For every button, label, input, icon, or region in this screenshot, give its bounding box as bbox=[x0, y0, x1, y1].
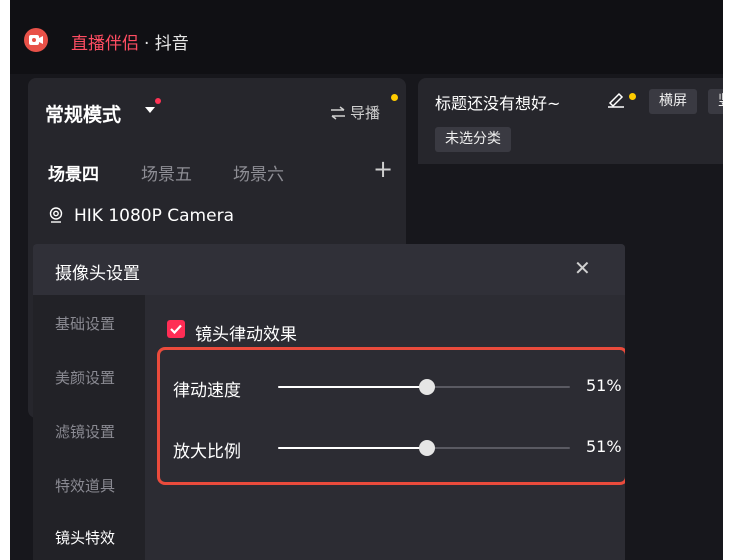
zoom-ratio-value: 51% bbox=[586, 437, 622, 456]
director-button[interactable]: 导播 bbox=[330, 102, 380, 123]
webcam-icon bbox=[49, 207, 63, 223]
dialog-header: 摄像头设置 ✕ bbox=[33, 244, 625, 295]
landscape-button[interactable]: 横屏 bbox=[649, 89, 697, 114]
nav-item-beauty[interactable]: 美颜设置 bbox=[55, 367, 115, 388]
dialog-title: 摄像头设置 bbox=[55, 264, 140, 284]
mode-dropdown-icon[interactable] bbox=[145, 107, 155, 113]
app-name: 直播伴侣 bbox=[71, 34, 139, 54]
tab-scene-5[interactable]: 场景五 bbox=[141, 160, 192, 185]
director-label: 导播 bbox=[350, 104, 381, 122]
tab-scene-6[interactable]: 场景六 bbox=[233, 160, 284, 185]
camera-source-item[interactable]: HIK 1080P Camera bbox=[48, 206, 234, 226]
nav-item-filter[interactable]: 滤镜设置 bbox=[55, 421, 115, 442]
rhythm-speed-fill bbox=[278, 386, 427, 388]
live-companion-window: 直播伴侣 · 抖音 常规模式 导播 场景四 场景五 场景六 + HIK 1080… bbox=[10, 0, 723, 560]
add-scene-button[interactable]: + bbox=[373, 155, 393, 183]
nav-item-basic[interactable]: 基础设置 bbox=[55, 313, 115, 334]
mode-notification-dot bbox=[155, 98, 161, 104]
portrait-button[interactable]: 竖 bbox=[708, 89, 723, 114]
zoom-ratio-slider[interactable] bbox=[278, 440, 570, 456]
stream-title: 标题还没有想好~ bbox=[435, 94, 561, 113]
rhythm-effect-label: 镜头律动效果 bbox=[195, 325, 297, 345]
director-notification-dot bbox=[391, 94, 398, 101]
title-notification-dot bbox=[629, 93, 636, 100]
settings-nav: 基础设置 美颜设置 滤镜设置 特效道具 镜头特效 bbox=[33, 295, 145, 560]
switch-icon bbox=[331, 106, 345, 120]
nav-item-lens-effects[interactable]: 镜头特效 bbox=[55, 527, 115, 548]
rhythm-speed-label: 律动速度 bbox=[173, 381, 241, 401]
stream-info-panel: 标题还没有想好~ 横屏 竖 未选分类 bbox=[418, 78, 723, 164]
slider-highlight-box bbox=[157, 347, 625, 485]
rhythm-speed-thumb[interactable] bbox=[418, 379, 435, 395]
category-selector[interactable]: 未选分类 bbox=[435, 127, 511, 152]
rhythm-speed-slider[interactable] bbox=[278, 379, 570, 395]
camera-source-name: HIK 1080P Camera bbox=[74, 206, 234, 226]
zoom-ratio-fill bbox=[278, 447, 427, 449]
edit-title-icon[interactable] bbox=[607, 90, 627, 108]
title-bar: 直播伴侣 · 抖音 bbox=[10, 0, 723, 74]
rhythm-speed-value: 51% bbox=[586, 376, 622, 395]
close-icon[interactable]: ✕ bbox=[574, 256, 591, 280]
platform-name: · 抖音 bbox=[144, 34, 189, 54]
app-logo-icon bbox=[24, 28, 48, 52]
nav-item-effects-props[interactable]: 特效道具 bbox=[55, 475, 115, 496]
camera-settings-dialog: 摄像头设置 ✕ 基础设置 美颜设置 滤镜设置 特效道具 镜头特效 镜头律动效果 … bbox=[33, 244, 625, 560]
rhythm-effect-checkbox[interactable] bbox=[167, 320, 185, 338]
zoom-ratio-label: 放大比例 bbox=[173, 442, 241, 462]
zoom-ratio-thumb[interactable] bbox=[418, 440, 435, 456]
tab-scene-4[interactable]: 场景四 bbox=[48, 160, 99, 185]
checkmark-icon bbox=[170, 324, 182, 335]
mode-selector-label[interactable]: 常规模式 bbox=[45, 100, 121, 127]
